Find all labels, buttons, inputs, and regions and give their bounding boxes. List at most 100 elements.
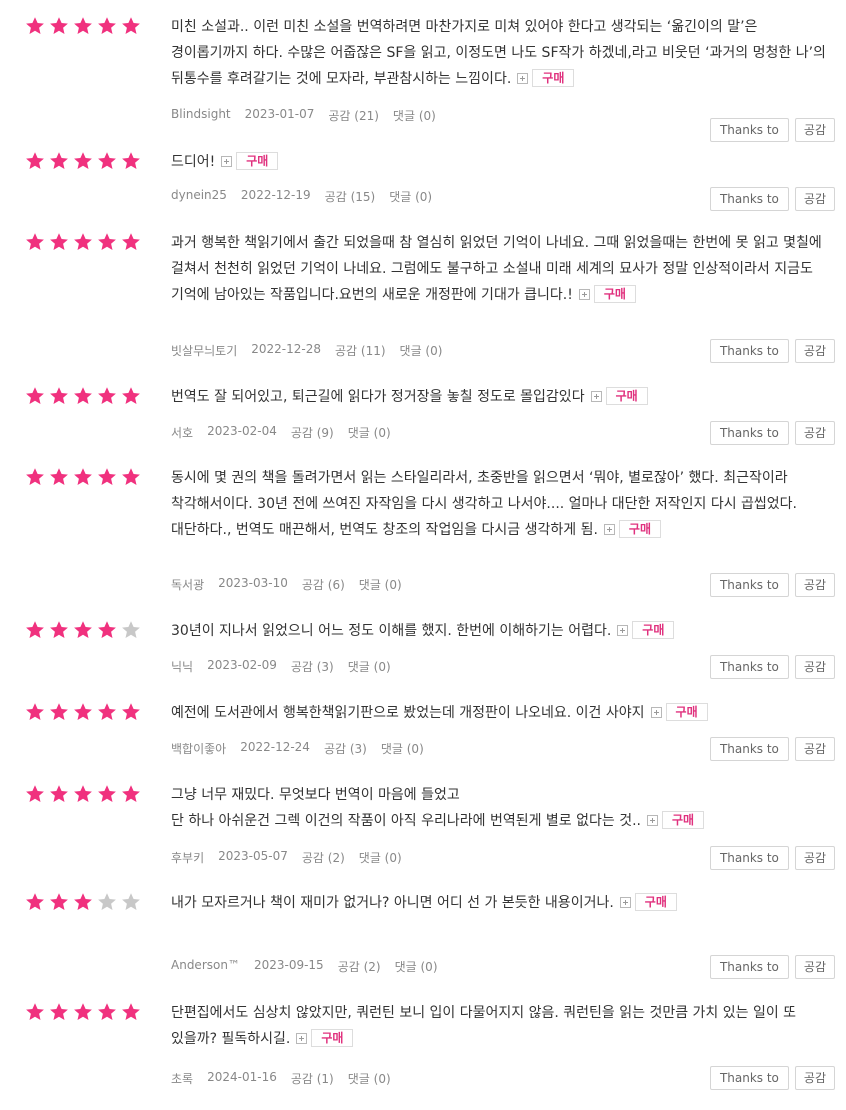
expand-icon[interactable] xyxy=(221,156,233,167)
review-actions: Thanks to 공감 xyxy=(709,421,835,445)
comment-count[interactable]: 댓글 (0) xyxy=(359,849,402,866)
review-meta: 닉닉 2023-02-09 공감 (3) 댓글 (0) xyxy=(171,658,391,675)
expand-icon[interactable] xyxy=(647,815,659,826)
buy-badge: 구매 xyxy=(662,811,705,829)
empathy-button[interactable]: 공감 xyxy=(794,655,835,679)
thanks-to-button[interactable]: Thanks to xyxy=(709,1066,789,1090)
expand-icon[interactable] xyxy=(590,391,602,402)
review-actions: Thanks to 공감 xyxy=(709,1066,835,1090)
empathy-button[interactable]: 공감 xyxy=(794,339,835,363)
star-filled-icon xyxy=(73,702,93,722)
review-item: 드디어! 구매 dynein25 2022-12-19 공감 (15) 댓글 (0) Tha… xyxy=(0,149,846,215)
review-author[interactable]: 닉닉 xyxy=(171,658,193,675)
empathy-button[interactable]: 공감 xyxy=(794,573,835,597)
review-author[interactable]: 독서광 xyxy=(171,576,204,593)
review-text-line: 번역도 잘 되어있고, 퇴근길에 읽다가 정거장을 놓칠 정도로 몰입감있다 xyxy=(171,389,585,405)
empathy-button[interactable]: 공감 xyxy=(794,187,835,211)
star-filled-icon xyxy=(25,386,45,406)
thanks-to-button[interactable]: Thanks to xyxy=(709,187,789,211)
comment-count[interactable]: 댓글 (0) xyxy=(359,576,402,593)
thanks-to-button[interactable]: Thanks to xyxy=(709,421,789,445)
review-author[interactable]: 서호 xyxy=(171,424,193,441)
star-filled-icon xyxy=(49,784,69,804)
comment-count[interactable]: 댓글 (0) xyxy=(395,958,438,975)
thanks-to-button[interactable]: Thanks to xyxy=(709,573,789,597)
review-actions: Thanks to 공감 xyxy=(709,655,835,679)
thanks-to-button[interactable]: Thanks to xyxy=(709,339,789,363)
review-date: 2022-12-24 xyxy=(240,740,310,754)
comment-count[interactable]: 댓글 (0) xyxy=(348,424,391,441)
empathy-button[interactable]: 공감 xyxy=(794,955,835,979)
comment-count[interactable]: 댓글 (0) xyxy=(393,107,436,124)
review-text: 단편집에서도 심상치 않았지만, 쿼런틴 보니 입이 다물어지지 않음. 쿼런틴… xyxy=(171,1000,836,1052)
comment-count[interactable]: 댓글 (0) xyxy=(348,1070,391,1087)
expand-icon[interactable] xyxy=(603,524,615,535)
review-meta: Blindsight 2023-01-07 공감 (21) 댓글 (0) xyxy=(171,107,436,124)
review-meta: 후부키 2023-05-07 공감 (2) 댓글 (0) xyxy=(171,849,402,866)
review-date: 2023-01-07 xyxy=(244,107,315,121)
comment-count[interactable]: 댓글 (0) xyxy=(348,658,391,675)
star-empty-icon xyxy=(97,892,117,912)
empathy-button[interactable]: 공감 xyxy=(794,737,835,761)
thanks-to-button[interactable]: Thanks to xyxy=(709,655,789,679)
review-item: 30년이 지나서 읽었으니 어느 정도 이해를 했지. 한번에 이해하기는 어렵… xyxy=(0,618,846,683)
buy-badge: 구매 xyxy=(632,621,675,639)
review-text-line: 단편집에서도 심상치 않았지만, 쿼런틴 보니 입이 다물어지지 않음. 쿼런틴… xyxy=(171,1005,797,1047)
star-filled-icon xyxy=(25,620,45,640)
empathy-button[interactable]: 공감 xyxy=(794,1066,835,1090)
star-filled-icon xyxy=(73,232,93,252)
star-filled-icon xyxy=(73,784,93,804)
comment-count[interactable]: 댓글 (0) xyxy=(389,188,432,205)
like-count: 공감 (3) xyxy=(290,660,334,674)
expand-icon[interactable] xyxy=(619,897,631,908)
review-author[interactable]: 빗살무늬토기 xyxy=(171,342,237,359)
review-author[interactable]: 후부키 xyxy=(171,849,204,866)
buy-badge: 구매 xyxy=(311,1029,354,1047)
star-rating xyxy=(25,620,141,640)
thanks-to-button[interactable]: Thanks to xyxy=(709,118,789,142)
star-filled-icon xyxy=(73,467,93,487)
review-meta: Anderson™ 2023-09-15 공감 (2) 댓글 (0) xyxy=(171,958,438,975)
review-meta: 서호 2023-02-04 공감 (9) 댓글 (0) xyxy=(171,424,391,441)
review-body: 그냥 너무 재밌다. 무엇보다 번역이 마음에 들었고 단 하나 아쉬운건 그렉 … xyxy=(171,782,836,865)
thanks-to-button[interactable]: Thanks to xyxy=(709,737,789,761)
review-date: 2024-01-16 xyxy=(207,1070,277,1084)
buy-badge: 구매 xyxy=(605,387,648,405)
star-filled-icon xyxy=(49,386,69,406)
review-date: 2023-02-09 xyxy=(207,658,277,672)
like-count: 공감 (1) xyxy=(290,1072,334,1086)
expand-icon[interactable] xyxy=(578,289,590,300)
expand-icon[interactable] xyxy=(617,625,629,636)
star-filled-icon xyxy=(97,467,117,487)
star-rating xyxy=(25,784,141,804)
review-meta: 백합이좋아 2022-12-24 공감 (3) 댓글 (0) xyxy=(171,740,424,757)
review-text-line: 예전에 도서관에서 행복한책읽기판으로 봤었는데 개정판이 나오네요. 이건 사… xyxy=(171,705,645,721)
review-date: 2022-12-19 xyxy=(240,188,311,202)
star-filled-icon xyxy=(121,16,141,36)
review-text-line: 과거 행복한 책읽기에서 출간 되었을때 참 열심히 읽었던 기억이 나네요. … xyxy=(171,235,822,303)
thanks-to-button[interactable]: Thanks to xyxy=(709,955,789,979)
expand-icon[interactable] xyxy=(517,73,529,84)
review-date: 2023-09-15 xyxy=(253,958,324,972)
review-author[interactable]: 초록 xyxy=(171,1070,193,1087)
star-filled-icon xyxy=(121,1002,141,1022)
review-body: 과거 행복한 책읽기에서 출간 되었을때 참 열심히 읽었던 기억이 나네요. … xyxy=(171,230,836,358)
expand-icon[interactable] xyxy=(650,707,662,718)
empathy-button[interactable]: 공감 xyxy=(794,118,835,142)
like-count: 공감 (2) xyxy=(301,851,345,865)
review-actions: Thanks to 공감 xyxy=(709,737,835,761)
review-meta: dynein25 2022-12-19 공감 (15) 댓글 (0) xyxy=(171,188,432,205)
review-author[interactable]: dynein25 xyxy=(171,188,227,205)
review-author[interactable]: Blindsight xyxy=(171,107,231,124)
thanks-to-button[interactable]: Thanks to xyxy=(709,846,789,870)
star-filled-icon xyxy=(49,702,69,722)
star-filled-icon xyxy=(121,151,141,171)
empathy-button[interactable]: 공감 xyxy=(794,846,835,870)
comment-count[interactable]: 댓글 (0) xyxy=(381,740,424,757)
review-author[interactable]: 백합이좋아 xyxy=(171,740,226,757)
expand-icon[interactable] xyxy=(296,1033,308,1044)
comment-count[interactable]: 댓글 (0) xyxy=(400,342,443,359)
review-author[interactable]: Anderson™ xyxy=(171,958,240,975)
empathy-button[interactable]: 공감 xyxy=(794,421,835,445)
review-body: 드디어! 구매 dynein25 2022-12-19 공감 (15) 댓글 (0) xyxy=(171,149,836,204)
